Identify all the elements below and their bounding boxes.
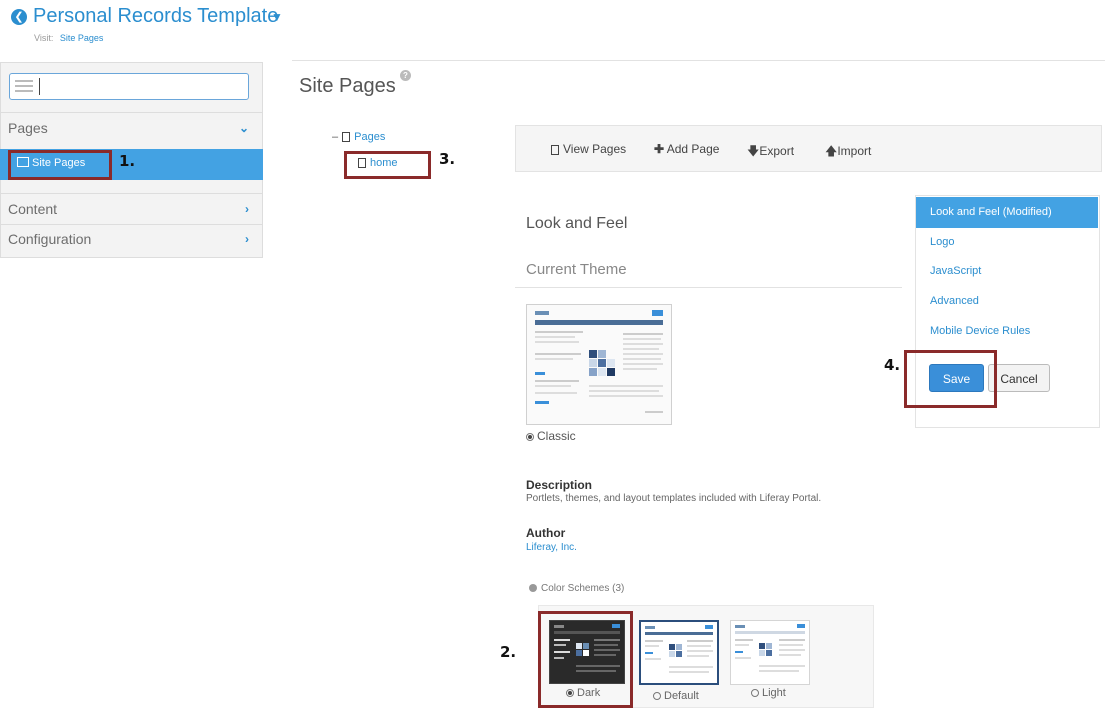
- description-text: Portlets, themes, and layout templates i…: [526, 493, 822, 504]
- caret-down-icon[interactable]: ▼: [271, 10, 283, 24]
- visit-link-row: Visit: Site Pages: [34, 33, 103, 43]
- scheme-preview-image: [735, 624, 805, 672]
- chevron-down-icon: ⌄: [238, 121, 249, 135]
- theme-thumbnail-classic[interactable]: [526, 304, 672, 425]
- arrow-up-icon: 🡅: [825, 144, 838, 158]
- color-scheme-default-thumbnail[interactable]: [639, 620, 719, 685]
- tree-root-pages[interactable]: – Pages: [332, 131, 385, 143]
- back-arrow-icon[interactable]: ❮: [11, 9, 27, 25]
- collapse-circle-icon: [529, 584, 537, 592]
- nav-item-javascript[interactable]: JavaScript: [930, 265, 981, 277]
- color-scheme-radio-light[interactable]: Light: [751, 687, 786, 699]
- sidebar-section-label: Pages: [8, 120, 48, 136]
- visit-label: Visit:: [34, 33, 54, 43]
- chevron-right-icon: ›: [245, 232, 249, 246]
- radio-unselected-icon: [653, 692, 661, 700]
- import-button[interactable]: 🡅Import: [825, 142, 871, 163]
- color-schemes-toggle[interactable]: Color Schemes (3): [529, 583, 624, 594]
- tree-node-label: home: [370, 157, 398, 169]
- collapse-icon[interactable]: –: [332, 131, 338, 143]
- search-input[interactable]: [9, 73, 249, 100]
- chevron-right-icon: ›: [245, 202, 249, 216]
- page-icon: [358, 158, 366, 168]
- tree-node-home[interactable]: home: [358, 157, 398, 169]
- page-icon: [551, 145, 559, 155]
- annotation-box-2: [538, 611, 633, 708]
- plus-icon: ✚: [654, 142, 665, 156]
- theme-preview-image: [527, 305, 671, 424]
- add-page-button[interactable]: ✚ Add Page: [654, 142, 719, 156]
- sidebar-section-label: Configuration: [8, 231, 92, 247]
- cancel-button[interactable]: Cancel: [988, 364, 1050, 392]
- site-title[interactable]: Personal Records Template: [33, 5, 278, 28]
- sidebar-divider: [0, 112, 263, 113]
- annotation-step-4: 4.: [884, 356, 901, 374]
- annotation-step-1: 1.: [119, 152, 136, 170]
- page-icon: [342, 132, 351, 142]
- nav-item-look-and-feel[interactable]: Look and Feel (Modified): [930, 206, 1052, 218]
- section-title-current-theme: Current Theme: [526, 261, 627, 278]
- sidebar-section-label: Content: [8, 201, 58, 217]
- annotation-step-3: 3.: [439, 150, 456, 168]
- text-cursor: [39, 78, 40, 95]
- scheme-preview-image: [645, 625, 713, 673]
- color-scheme-radio-default[interactable]: Default: [653, 690, 699, 702]
- author-heading: Author: [526, 526, 566, 540]
- color-scheme-light-thumbnail[interactable]: [730, 620, 810, 685]
- help-icon[interactable]: ?: [400, 70, 411, 81]
- section-divider: [515, 287, 902, 288]
- page-title: Site Pages: [299, 75, 396, 97]
- annotation-box-1: [8, 150, 112, 180]
- theme-radio-classic[interactable]: Classic: [526, 429, 576, 443]
- section-title-look-and-feel: Look and Feel: [526, 215, 628, 232]
- nav-item-mobile-device-rules[interactable]: Mobile Device Rules: [930, 325, 1030, 337]
- header-divider: [292, 60, 1105, 61]
- annotation-step-2: 2.: [500, 643, 517, 661]
- tree-root-label: Pages: [354, 131, 386, 143]
- radio-unselected-icon: [751, 689, 759, 697]
- nav-item-logo[interactable]: Logo: [930, 236, 954, 248]
- export-button[interactable]: 🡇Export: [747, 142, 794, 163]
- author-link[interactable]: Liferay, Inc.: [526, 542, 577, 553]
- sidebar-divider: [0, 193, 263, 194]
- sidebar-section-pages[interactable]: Pages ⌄: [0, 114, 263, 143]
- description-heading: Description: [526, 478, 593, 492]
- visit-site-pages-link[interactable]: Site Pages: [60, 33, 104, 43]
- view-pages-button[interactable]: View Pages: [551, 142, 626, 156]
- arrow-down-icon: 🡇: [747, 144, 760, 158]
- annotation-box-4: [904, 350, 997, 408]
- sidebar-section-configuration[interactable]: Configuration ›: [0, 225, 263, 254]
- menu-list-icon: [15, 80, 33, 92]
- radio-selected-icon: [526, 433, 534, 441]
- nav-item-advanced[interactable]: Advanced: [930, 295, 979, 307]
- sidebar-section-content[interactable]: Content ›: [0, 195, 263, 224]
